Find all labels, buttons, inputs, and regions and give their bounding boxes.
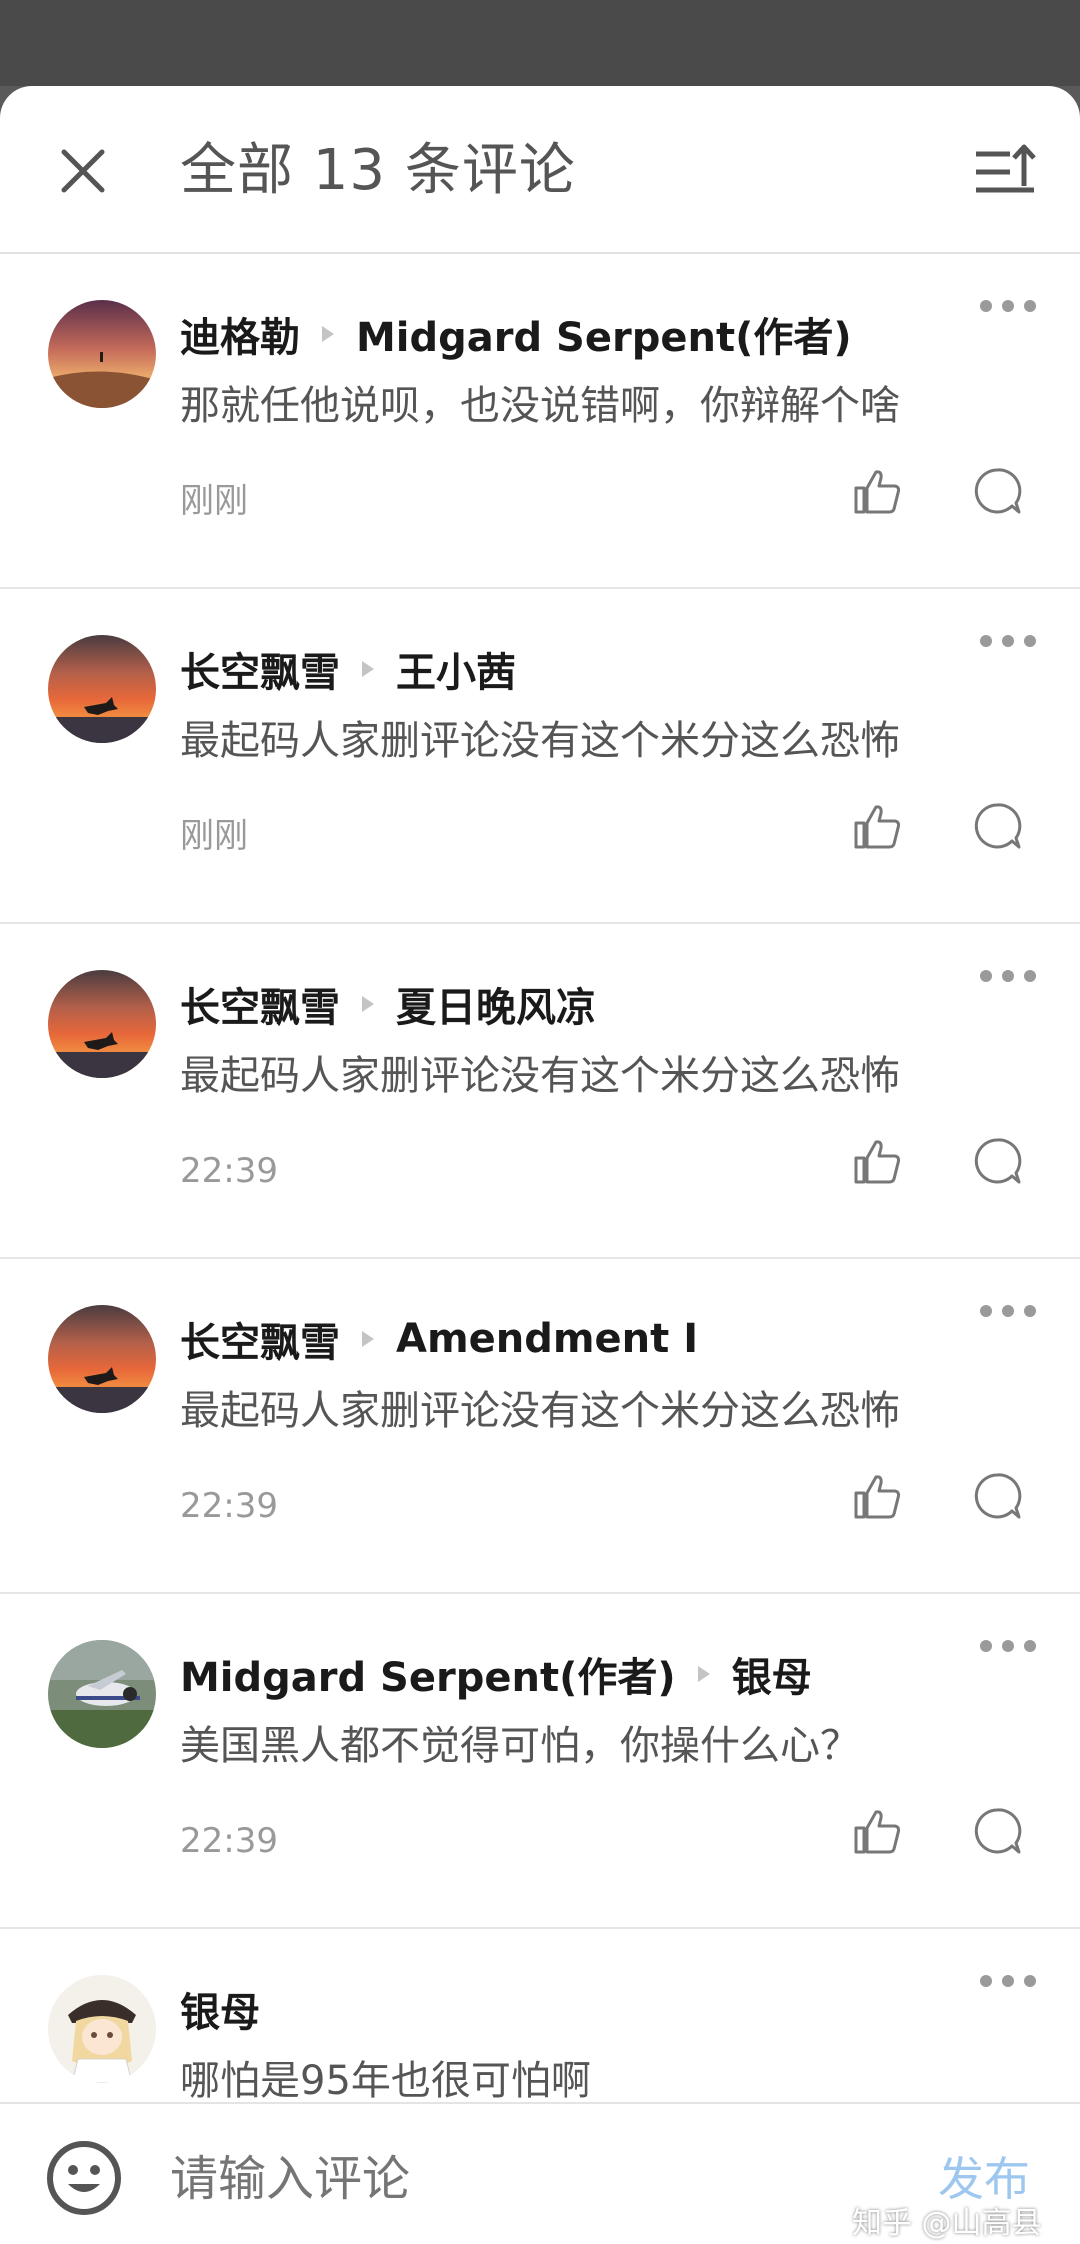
reply-target[interactable]: 银母 (732, 1645, 812, 1703)
comment-names: 长空飘雪 Amendment I (180, 1309, 698, 1369)
comment-time: 刚刚 (180, 816, 248, 856)
comment-author[interactable]: 银母 (180, 1980, 260, 2038)
reply-arrow-icon (322, 326, 334, 342)
like-icon[interactable] (852, 1136, 902, 1186)
comment-names: 长空飘雪 王小茜 (180, 639, 516, 699)
like-icon[interactable] (852, 466, 902, 516)
comment-time: 22:39 (180, 1151, 278, 1191)
comment-list: 迪格勒 Midgard Serpent(作者) 那就任他说呗，也没说错啊，你辩解… (0, 254, 1080, 2244)
more-options-icon[interactable] (980, 1634, 1036, 1658)
reply-arrow-icon (362, 661, 374, 677)
more-options-icon[interactable] (980, 964, 1036, 988)
comment-input-bar: 发布 知乎 @山高县 (0, 2102, 1080, 2244)
reply-icon[interactable] (972, 1136, 1022, 1186)
comment-text: 最起码人家删评论没有这个米分这么恐怖 (180, 718, 900, 764)
comment-author[interactable]: Midgard Serpent(作者) (180, 1645, 676, 1703)
comment-item: 长空飘雪 王小茜 最起码人家删评论没有这个米分这么恐怖 刚刚 (0, 589, 1080, 924)
comment-item: 长空飘雪 Amendment I 最起码人家删评论没有这个米分这么恐怖 22:3… (0, 1259, 1080, 1594)
comment-names: 迪格勒 Midgard Serpent(作者) (180, 304, 852, 364)
reply-arrow-icon (362, 996, 374, 1012)
comment-author[interactable]: 长空飘雪 (180, 975, 340, 1033)
comment-input[interactable] (170, 2144, 820, 2214)
watermark: 知乎 @山高县 (852, 2206, 1042, 2241)
avatar[interactable] (48, 1975, 156, 2083)
more-options-icon[interactable] (980, 294, 1036, 318)
comment-text: 最起码人家删评论没有这个米分这么恐怖 (180, 1053, 900, 1099)
reply-icon[interactable] (972, 1471, 1022, 1521)
comment-text: 那就任他说呗，也没说错啊，你辩解个啥 (180, 383, 900, 429)
comment-names: 长空飘雪 夏日晚风凉 (180, 974, 596, 1034)
comment-item: 长空飘雪 夏日晚风凉 最起码人家删评论没有这个米分这么恐怖 22:39 (0, 924, 1080, 1259)
comment-time: 刚刚 (180, 481, 248, 521)
like-icon[interactable] (852, 801, 902, 851)
like-icon[interactable] (852, 1471, 902, 1521)
avatar[interactable] (48, 635, 156, 743)
comment-names: Midgard Serpent(作者) 银母 (180, 1644, 812, 1704)
reply-target[interactable]: 王小茜 (396, 640, 516, 698)
avatar[interactable] (48, 970, 156, 1078)
comment-author[interactable]: 长空飘雪 (180, 640, 340, 698)
like-icon[interactable] (852, 1806, 902, 1856)
reply-icon[interactable] (972, 801, 1022, 851)
comment-time: 22:39 (180, 1486, 278, 1526)
page-title: 全部 13 条评论 (180, 138, 576, 203)
avatar[interactable] (48, 300, 156, 408)
reply-target[interactable]: Midgard Serpent(作者) (356, 305, 852, 363)
more-options-icon[interactable] (980, 1969, 1036, 1993)
close-icon[interactable] (50, 138, 116, 204)
emoji-icon[interactable] (44, 2138, 124, 2218)
reply-target[interactable]: 夏日晚风凉 (396, 975, 596, 1033)
comments-sheet: 全部 13 条评论 迪格勒 Midgard Serpent(作者) 那就任他说呗… (0, 86, 1080, 2244)
comments-header: 全部 13 条评论 (0, 86, 1080, 254)
comment-author[interactable]: 长空飘雪 (180, 1310, 340, 1368)
avatar[interactable] (48, 1305, 156, 1413)
comment-item: Midgard Serpent(作者) 银母 美国黑人都不觉得可怕，你操什么心？… (0, 1594, 1080, 1929)
reply-target[interactable]: Amendment I (396, 1316, 698, 1362)
reply-icon[interactable] (972, 466, 1022, 516)
comment-text: 最起码人家删评论没有这个米分这么恐怖 (180, 1388, 900, 1434)
comment-item: 迪格勒 Midgard Serpent(作者) 那就任他说呗，也没说错啊，你辩解… (0, 254, 1080, 589)
comment-author[interactable]: 迪格勒 (180, 305, 300, 363)
more-options-icon[interactable] (980, 629, 1036, 653)
comment-names: 银母 (180, 1979, 260, 2039)
more-options-icon[interactable] (980, 1299, 1036, 1323)
comment-text: 美国黑人都不觉得可怕，你操什么心？ (180, 1723, 860, 1769)
avatar[interactable] (48, 1640, 156, 1748)
reply-icon[interactable] (972, 1806, 1022, 1856)
sort-icon[interactable] (972, 142, 1038, 202)
reply-arrow-icon (697, 1666, 710, 1682)
reply-arrow-icon (362, 1331, 374, 1347)
status-bar (0, 0, 1080, 86)
comment-time: 22:39 (180, 1821, 278, 1861)
